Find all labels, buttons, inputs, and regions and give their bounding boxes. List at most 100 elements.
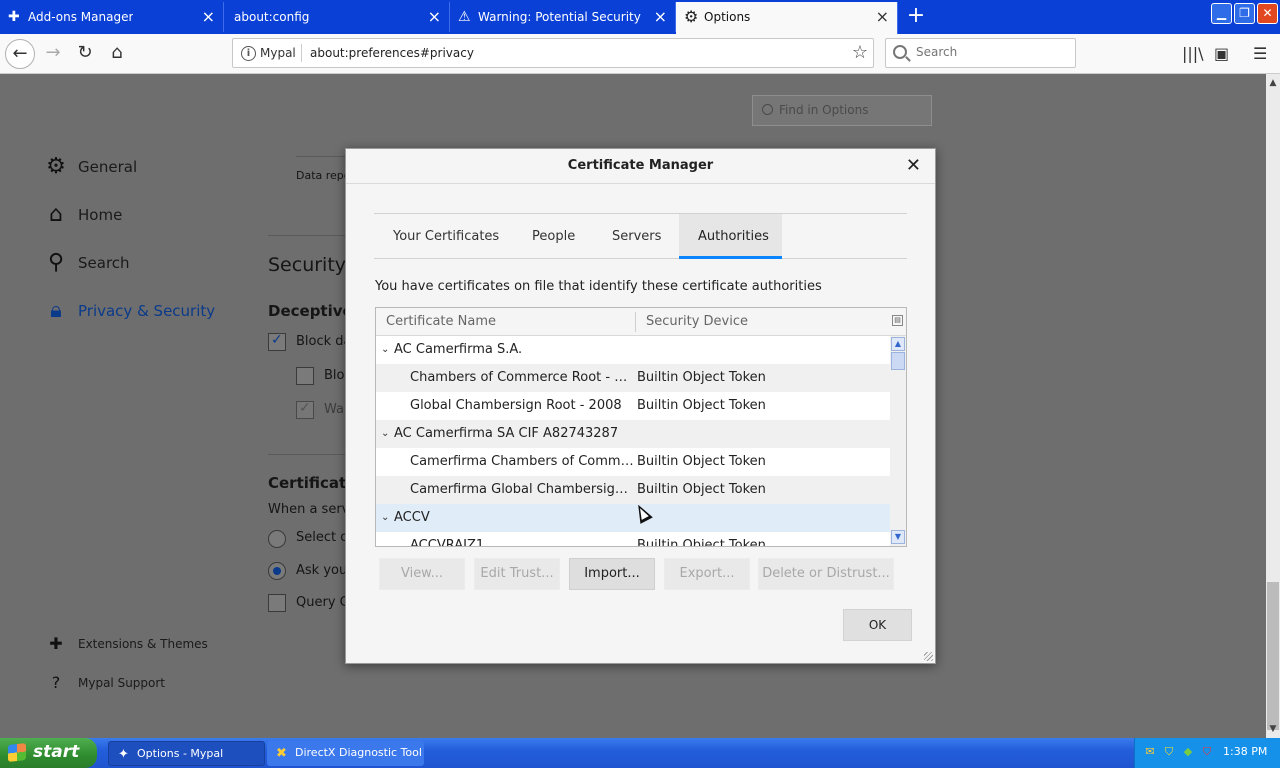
info-icon[interactable]: i — [241, 46, 256, 61]
help-icon: ? — [51, 673, 61, 692]
windows-flag-icon — [8, 743, 26, 762]
close-tab-icon[interactable]: × — [428, 2, 441, 32]
security-heading: Security — [268, 254, 347, 276]
back-button[interactable]: ← — [5, 39, 35, 69]
page-scrollbar[interactable]: ▲ ▼ — [1266, 74, 1280, 738]
tab-options[interactable]: ⚙ Options × — [676, 2, 898, 34]
close-tab-icon[interactable]: × — [876, 2, 889, 32]
close-icon[interactable]: ✕ — [906, 157, 921, 175]
chevron-down-icon[interactable]: ⌄ — [381, 504, 389, 532]
select-automatically-radio[interactable] — [268, 530, 286, 548]
scroll-thumb[interactable] — [891, 352, 905, 370]
scroll-down-icon[interactable]: ▼ — [1266, 722, 1280, 736]
url-bar[interactable]: i Mypal about:preferences#privacy ☆ — [232, 38, 874, 68]
chevron-down-icon[interactable]: ⌄ — [381, 420, 389, 448]
library-icon[interactable]: |||\ — [1182, 44, 1204, 63]
data-reporting-text: Data repo — [296, 169, 351, 182]
search-bar[interactable] — [885, 38, 1076, 68]
warn-checkbox[interactable]: ✓ — [296, 400, 314, 419]
tree-group-row[interactable]: ⌄ AC Camerfirma S.A. — [376, 336, 890, 364]
view-button[interactable]: View... — [379, 558, 465, 590]
close-tab-icon[interactable]: × — [654, 2, 667, 32]
scroll-up-icon[interactable]: ▲ — [1266, 76, 1280, 90]
import-button[interactable]: Import... — [569, 558, 655, 590]
certificates-description: When a serv — [268, 502, 350, 517]
delete-or-distrust-button[interactable]: Delete or Distrust... — [758, 558, 894, 590]
bookmark-star-icon[interactable]: ☆ — [852, 42, 868, 63]
column-certificate-name[interactable]: Certificate Name — [386, 314, 496, 329]
tab-servers[interactable]: Servers — [593, 214, 680, 259]
gear-icon: ⚙ — [46, 154, 66, 179]
close-window-button[interactable]: ✕ — [1257, 3, 1278, 24]
home-button[interactable]: ⌂ — [102, 39, 132, 69]
category-privacy-security[interactable]: 🔒︎ Privacy & Security — [44, 298, 215, 326]
category-home[interactable]: ⌂ Home — [44, 202, 122, 230]
select-automatically-label: Select o — [296, 530, 349, 545]
minimize-window-button[interactable]: ▁ — [1211, 3, 1232, 24]
find-in-options-input[interactable]: Find in Options — [752, 95, 932, 126]
taskbar-item-directx[interactable]: ✖ DirectX Diagnostic Tool — [267, 741, 424, 766]
tab-addons-manager[interactable]: ✚ Add-ons Manager × — [0, 2, 224, 32]
resize-grip-icon[interactable] — [924, 652, 933, 661]
security-center-icon[interactable]: ◆ — [1181, 745, 1195, 759]
tab-about-config[interactable]: about:config × — [224, 2, 450, 32]
lock-icon: 🔒︎ — [50, 298, 62, 323]
network-icon[interactable]: ✉ — [1143, 745, 1157, 759]
tab-people[interactable]: People — [513, 214, 594, 259]
chevron-down-icon[interactable]: ⌄ — [381, 336, 389, 364]
tree-cert-row[interactable]: Camerfirma Chambers of Commer... Builtin… — [376, 448, 890, 476]
ask-every-time-radio[interactable] — [268, 562, 286, 580]
alert-shield-icon[interactable]: ⛉ — [1200, 745, 1214, 759]
column-separator[interactable] — [635, 312, 636, 332]
warning-icon: ⚠ — [458, 9, 471, 25]
export-button[interactable]: Export... — [664, 558, 750, 590]
column-security-device[interactable]: Security Device — [646, 314, 748, 329]
tree-group-row[interactable]: ⌄ AC Camerfirma SA CIF A82743287 — [376, 420, 890, 448]
tab-authorities[interactable]: Authorities — [679, 214, 782, 259]
start-button[interactable]: start — [0, 738, 97, 768]
support-link[interactable]: ? Mypal Support — [44, 670, 165, 698]
mypal-app-icon: ✦ — [118, 747, 129, 762]
shield-icon[interactable]: ⛉ — [1162, 745, 1176, 759]
tree-scrollbar[interactable]: ▲ ▼ — [890, 336, 906, 546]
url-identity-label: Mypal — [260, 46, 296, 60]
tree-cert-row[interactable]: Chambers of Commerce Root - 20... Builti… — [376, 364, 890, 392]
directx-app-icon: ✖ — [276, 746, 287, 761]
tab-security-warning[interactable]: ⚠ Warning: Potential Security Risk Ahead… — [450, 2, 676, 32]
url-text[interactable]: about:preferences#privacy — [310, 46, 474, 60]
column-picker-icon[interactable]: ▤ — [892, 315, 903, 326]
home-icon: ⌂ — [49, 202, 63, 227]
reload-button[interactable]: ↻ — [70, 39, 100, 69]
ask-every-time-label: Ask you — [296, 563, 348, 578]
category-general[interactable]: ⚙ General — [44, 154, 137, 182]
tree-cert-row[interactable]: ACCVRAIZ1 Builtin Object Token — [376, 532, 890, 546]
restore-window-button[interactable]: ❐ — [1234, 3, 1255, 24]
scroll-thumb[interactable] — [1267, 582, 1279, 730]
extensions-themes-link[interactable]: ✚ Extensions & Themes — [44, 631, 208, 659]
ok-button[interactable]: OK — [843, 609, 912, 641]
block-dangerous-checkbox[interactable]: ✓ — [268, 332, 286, 351]
scroll-up-icon[interactable]: ▲ — [891, 337, 905, 351]
category-search[interactable]: ⚲ Search — [44, 250, 130, 278]
tree-cert-row[interactable]: Camerfirma Global Chambersign R... Built… — [376, 476, 890, 504]
query-ocsp-checkbox[interactable] — [268, 594, 286, 612]
forward-button[interactable]: → — [38, 39, 68, 69]
edit-trust-button[interactable]: Edit Trust... — [474, 558, 560, 590]
new-tab-button[interactable]: + — [902, 3, 930, 31]
gear-icon: ⚙ — [684, 7, 699, 26]
scroll-down-icon[interactable]: ▼ — [891, 530, 905, 544]
forward-arrow-icon: → — [45, 42, 61, 63]
menu-icon[interactable]: ☰ — [1253, 44, 1267, 63]
home-icon: ⌂ — [111, 42, 123, 63]
search-input[interactable] — [916, 45, 1066, 59]
close-tab-icon[interactable]: × — [202, 2, 215, 32]
tab-strip: ✚ Add-ons Manager × about:config × ⚠ War… — [0, 0, 1280, 34]
block-downloads-checkbox[interactable] — [296, 367, 314, 385]
tab-your-certificates[interactable]: Your Certificates — [374, 214, 518, 259]
taskbar: start ✦ Options - Mypal ✖ DirectX Diagno… — [0, 738, 1280, 768]
sidebar-icon[interactable]: ▣ — [1214, 44, 1229, 63]
tree-cert-row[interactable]: Global Chambersign Root - 2008 Builtin O… — [376, 392, 890, 420]
puzzle-icon: ✚ — [49, 634, 63, 653]
taskbar-item-options-mypal[interactable]: ✦ Options - Mypal — [108, 741, 265, 766]
search-icon — [762, 104, 773, 115]
